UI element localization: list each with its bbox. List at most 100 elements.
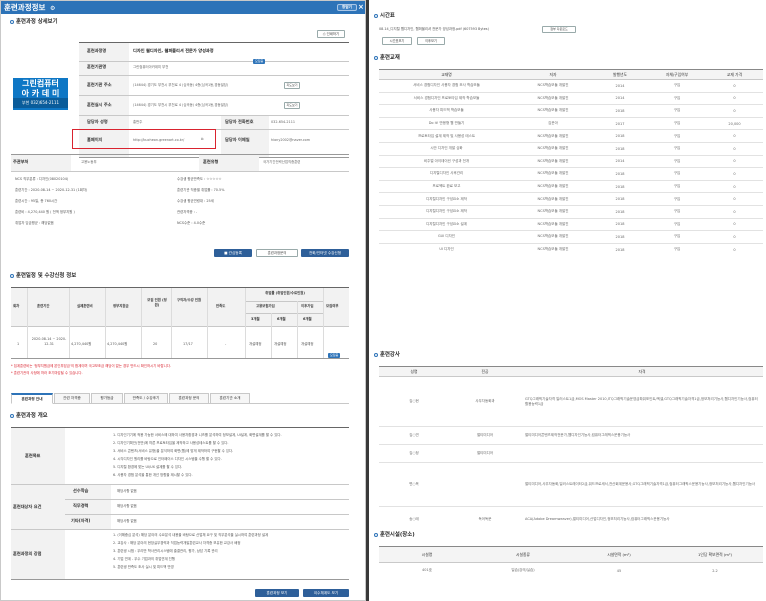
teacher-row: 변○옥 멀티미디어,사무자동화,일러스트레이터2급,워드프로세서,전산회계운용사,… — [379, 462, 763, 507]
book-row-cell: 0 — [706, 154, 763, 168]
map-button-training[interactable]: 지도보기 — [284, 102, 300, 109]
row-period: 2020-08-14 ~ 2020-12-31 — [31, 337, 67, 346]
book-row-cell: 2014 — [592, 79, 648, 93]
homepage-highlight — [72, 129, 216, 149]
teacher-row-cell: 김○연 — [379, 426, 449, 445]
label-training-type: 훈련유형 — [203, 159, 219, 164]
file-download-button[interactable]: 첨부 다운로드 — [542, 26, 576, 33]
book-row-cell: 20,000 — [706, 116, 763, 130]
label-training-address: 훈련실시 주소 — [87, 102, 112, 107]
facility-row-cell: 2.2 — [667, 562, 763, 579]
tab-certificate[interactable]: 관련 자격증 — [54, 393, 90, 404]
facility-row: 401호 일습(강의/실습) 45 2.2 — [379, 562, 763, 579]
teacher-row-cell: 멀티미디어 — [449, 426, 521, 445]
book-row-cell: 구입 — [648, 179, 706, 193]
book-row-cell: 시안 디자인 개발 심화 — [379, 141, 514, 156]
timetable-view-button[interactable]: 시간표보기 — [382, 37, 412, 45]
window-title: 훈련과정정보 — [4, 3, 46, 12]
tab-inquiry[interactable]: 훈련과정 문의 — [169, 393, 209, 404]
book-row: 프로토타입 설계 제작 및 사용성 테스트 NCS학습모듈 개발진 2018 구입 0 — [379, 129, 763, 143]
label-institution-address: 훈련기관 주소 — [87, 82, 112, 87]
label-strength: 훈련과정의 강점 — [13, 551, 42, 556]
training-map-button[interactable]: 이수체계도 보기 — [303, 589, 349, 597]
book-row: 비주얼 아이데이션 구성과 전개 NCS학습모듈 개발진 2014 구입 0 — [379, 154, 763, 168]
books-section-title: 훈련교재 — [374, 55, 400, 62]
facilities-header-name: 시설명 — [379, 546, 475, 563]
window-titlebar: 훈련과정정보 ⚙ 창닫기 × — [1, 1, 365, 14]
label-other: 기타(자격) — [71, 518, 91, 523]
book-row-cell: 0 — [706, 167, 763, 181]
teacher-row-cell: 멀티미디어 — [449, 444, 521, 463]
book-row-cell: 구입 — [648, 204, 706, 219]
facilities-body: 401호 일습(강의/실습) 45 2.2 — [379, 562, 763, 579]
teachers-header-major: 전공 — [449, 366, 521, 377]
close-icon[interactable]: × — [358, 1, 364, 14]
teacher-row-cell: 멀티미디어콘텐츠제작전문가,웹디자인기능사,컴퓨터그래픽스운용기능사 — [521, 426, 763, 445]
info-employment-rate: 훈련기관 직종별 취업률 : 70.5% — [177, 188, 225, 192]
book-row-cell: 프로젝트 완료 보고 — [379, 179, 514, 193]
map-button-institution[interactable]: 지도보기 — [284, 82, 300, 89]
th-later: 이후가입 — [301, 304, 314, 308]
th-insured: 고용보험가입 — [256, 304, 275, 308]
strength-line-4: 4. 기업 연계 - 우수 기업과의 취업연계 진행 — [113, 557, 175, 561]
info-satisfaction: 수강생 평균만족도 : ☆☆☆☆☆ — [177, 177, 222, 181]
teachers-header-cert: 자격 — [521, 366, 763, 377]
th-employment: 취업률 (취업인원/수료인원) — [265, 291, 305, 295]
apply-button[interactable]: 전화/인터넷 수강신청 — [301, 249, 349, 257]
schedule-note-2: * 훈련기관의 사정에 따라 조기마감될 수 있습니다. — [11, 371, 83, 375]
book-row-cell: 구입 — [648, 192, 706, 206]
book-row-cell: 2018 — [592, 179, 648, 193]
book-row: 사용자 피드백 학습모듈 NCS학습모듈 개발진 2018 구입 0 — [379, 104, 763, 118]
favorite-button[interactable]: ■ 관심등록 — [214, 249, 252, 257]
course-name: 디자인 웹디자인, 웹퍼블리셔 전문가 양성과정 — [133, 48, 214, 53]
book-row-cell: 디지털디자인 구성요소 제작 — [379, 204, 514, 219]
strength-line-2: 2. 교강사 : 해당 분야의 현장실무경력과 직업능력개발훈련교사 자격증 보… — [113, 541, 241, 545]
info-hours: 훈련시간 : 95일, 총 760시간 — [15, 199, 58, 203]
info-age: 수강생 평균연령대 : 25세 — [177, 199, 214, 203]
course-guide-button[interactable]: 훈련과정 보기 — [255, 589, 299, 597]
print-button[interactable]: ⎙ 인쇄하기 — [317, 30, 345, 38]
book-row-cell: 구입 — [648, 217, 706, 231]
label-goal: 훈련목표 — [25, 453, 41, 458]
book-row-cell: 구입 — [648, 129, 706, 143]
timetable-file[interactable]: 08.14_디지털 웹디자인, 웹퍼블리셔 전문가 양성과정.pdf (6075… — [379, 27, 489, 32]
facility-row-cell: 45 — [571, 562, 667, 579]
book-row-cell: 구입 — [648, 104, 706, 118]
teacher-row-cell: 변○옥 — [379, 462, 449, 507]
books-header-name: 교재명 — [379, 69, 514, 80]
book-row-cell: 2017 — [592, 116, 648, 130]
book-row-cell: 구입 — [648, 141, 706, 156]
tab-rating[interactable]: 평가등급 — [91, 393, 123, 404]
tab-reviews[interactable]: 만족도 / 수강후기 — [124, 393, 168, 404]
teacher-row: 송○태 독어독문 ACA(Adobe Dreamweaver),멀티미디어,산업디자… — [379, 506, 763, 533]
book-row-cell: NCS학습모듈 개발진 — [514, 230, 592, 244]
label-ministry: 주관부처 — [13, 159, 29, 164]
logo-phone: 부천 032)654-2111 — [13, 98, 68, 108]
book-row: UI 디자인 NCS학습모듈 개발진 2018 구입 0 — [379, 242, 763, 256]
book-row-cell: GUI 디자인 — [379, 230, 514, 244]
institution-address: (14644) 경기도 부천시 부천로 4 (심곡동) 4층(심곡1동,경동빌딩… — [133, 83, 229, 87]
facility-row-cell: 일습(강의/실습) — [475, 562, 571, 579]
course-detail-window: 훈련과정정보 ⚙ 창닫기 × 훈련과정 상세보기 ⎙ 인쇄하기 그린컴퓨터 아 … — [0, 0, 366, 601]
strength-line-1: 1. (이해중심 분석) 해당 분야의 수요분석 내용을 바탕으로 산업체 요구… — [113, 533, 269, 537]
book-row: 디지털디자인 구성요소 제작 NCS학습모듈 개발진 2018 구입 0 — [379, 204, 763, 219]
inquiry-button[interactable]: 훈련과정문의 — [256, 249, 298, 257]
book-row-cell: 서비스 경험디자인 프로토타입 제작 학습모듈 — [379, 91, 514, 105]
tab-course-guide[interactable]: 훈련과정 안내 — [11, 393, 53, 404]
book-row-cell: 디지털디자인 사후관리 — [379, 167, 514, 181]
book-row-cell: 0 — [706, 79, 763, 93]
th-period: 훈련기간 — [37, 304, 50, 308]
books-header-purchase: 자체/구입여부 — [648, 69, 706, 80]
timetable-next-button[interactable]: 이후보기 — [417, 37, 445, 45]
th-satisfaction: 만족도 — [216, 304, 226, 308]
section-bullet-icon — [374, 532, 378, 537]
book-row-cell: 0 — [706, 230, 763, 244]
close-window-button[interactable]: 창닫기 — [337, 4, 357, 11]
experience: 해당사항 없음 — [117, 504, 137, 508]
detail-section-title: 훈련과정 상세보기 — [10, 19, 58, 26]
book-row-cell: 비주얼 아이데이션 구성과 전개 — [379, 154, 514, 168]
book-row: 서비스 경험디자인 사용자 경험 조사 학습모듈 NCS학습모듈 개발진 2014 구… — [379, 79, 763, 93]
tab-institution[interactable]: 훈련기관 소개 — [210, 393, 250, 404]
facilities-header-per-person: 1인당 확보면적 (m²) — [667, 546, 763, 563]
teacher-row: 김○연 멀티미디어 멀티미디어콘텐츠제작전문가,웹디자인기능사,컴퓨터그래픽스운용기… — [379, 426, 763, 445]
